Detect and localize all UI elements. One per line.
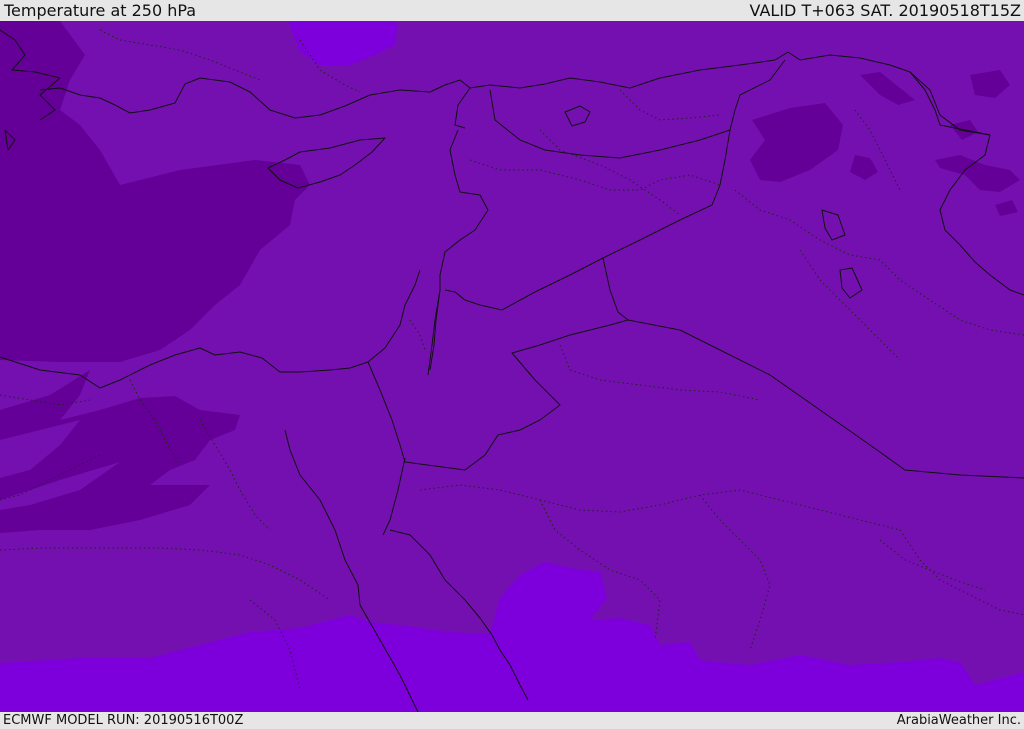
temperature-map bbox=[0, 21, 1024, 712]
footer-bar: ECMWF MODEL RUN: 20190516T00Z ArabiaWeat… bbox=[0, 712, 1024, 729]
header-bar: Temperature at 250 hPa VALID T+063 SAT. … bbox=[0, 0, 1024, 21]
credit-label: ArabiaWeather Inc. bbox=[896, 713, 1021, 728]
map-title: Temperature at 250 hPa bbox=[4, 1, 197, 20]
valid-time: VALID T+063 SAT. 20190518T15Z bbox=[749, 1, 1021, 20]
weather-map-figure: Temperature at 250 hPa VALID T+063 SAT. … bbox=[0, 0, 1024, 729]
model-run-label: ECMWF MODEL RUN: 20190516T00Z bbox=[3, 713, 244, 728]
